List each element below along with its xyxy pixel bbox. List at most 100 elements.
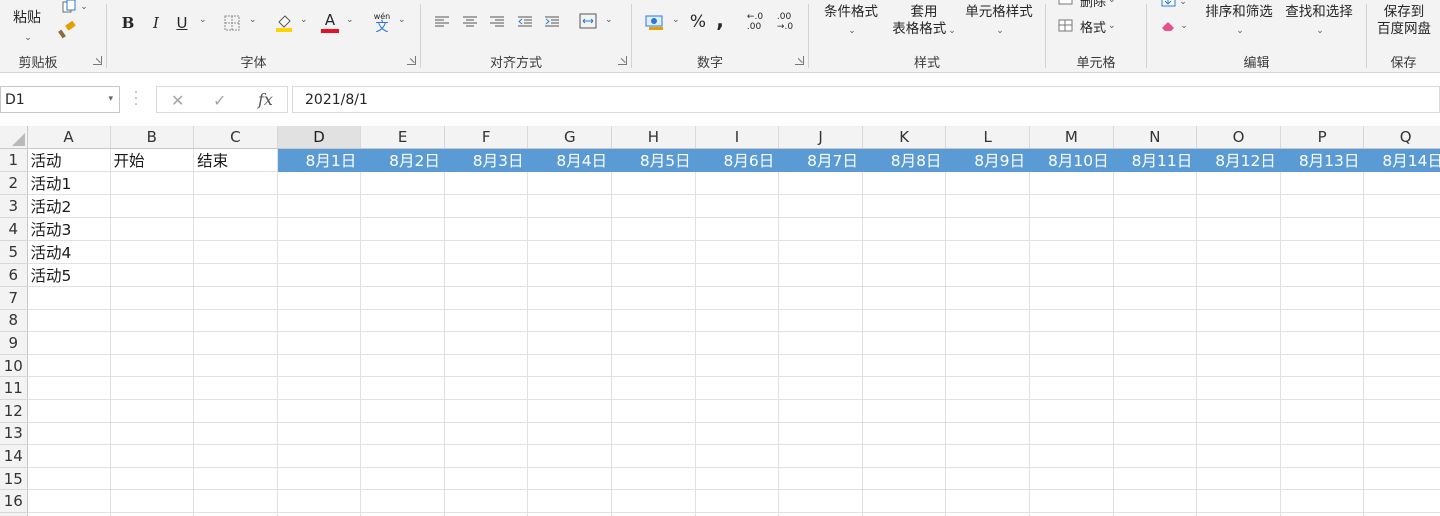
cell-d16[interactable] bbox=[277, 489, 362, 514]
formula-bar-grip-icon[interactable]: · · · bbox=[131, 86, 141, 112]
cell-i9[interactable] bbox=[695, 331, 780, 355]
underline-button[interactable]: U bbox=[171, 12, 193, 34]
cell-d12[interactable] bbox=[277, 399, 362, 423]
cell-e14[interactable] bbox=[360, 444, 445, 468]
cell-e17[interactable] bbox=[360, 512, 445, 516]
row-header[interactable]: 5 bbox=[0, 240, 28, 265]
cell-e4[interactable] bbox=[360, 217, 445, 242]
cell-e8[interactable] bbox=[360, 309, 445, 333]
cell-l1[interactable]: 8月9日 bbox=[945, 148, 1031, 173]
cell-h8[interactable] bbox=[611, 309, 696, 333]
increase-indent-button[interactable] bbox=[541, 12, 563, 32]
cell-i1[interactable]: 8月6日 bbox=[695, 148, 780, 173]
cell-q1[interactable]: 8月14日 bbox=[1363, 148, 1440, 173]
cell-i3[interactable] bbox=[695, 194, 780, 219]
column-header-q[interactable]: Q bbox=[1363, 126, 1440, 150]
cell-styles-button[interactable]: 单元格样式 ⌄ bbox=[959, 4, 1039, 40]
cell-a4[interactable]: 活动3 bbox=[27, 217, 111, 242]
cell-q15[interactable] bbox=[1363, 467, 1440, 491]
cell-b7[interactable] bbox=[110, 286, 195, 310]
cell-c4[interactable] bbox=[193, 217, 278, 242]
row-header[interactable]: 7 bbox=[0, 286, 28, 310]
row-header[interactable]: 13 bbox=[0, 422, 28, 446]
align-right-button[interactable] bbox=[486, 12, 508, 32]
column-header-k[interactable]: K bbox=[862, 126, 947, 150]
cell-q7[interactable] bbox=[1363, 286, 1440, 310]
cell-p17[interactable] bbox=[1280, 512, 1365, 516]
cell-m6[interactable] bbox=[1029, 263, 1114, 288]
paste-button[interactable]: 粘贴 ⌄ bbox=[6, 2, 48, 48]
cell-k16[interactable] bbox=[862, 489, 947, 514]
format-as-table-button[interactable]: 套用 表格格式 ⌄ bbox=[879, 4, 969, 40]
column-header-a[interactable]: A bbox=[27, 126, 111, 150]
cell-f16[interactable] bbox=[444, 489, 529, 514]
cell-h1[interactable]: 8月5日 bbox=[611, 148, 696, 173]
cell-e5[interactable] bbox=[360, 240, 445, 265]
cell-l7[interactable] bbox=[945, 286, 1031, 310]
cell-h11[interactable] bbox=[611, 376, 696, 401]
cell-j13[interactable] bbox=[778, 422, 863, 446]
cell-b17[interactable] bbox=[110, 512, 195, 516]
cell-d15[interactable] bbox=[277, 467, 362, 491]
cell-c5[interactable] bbox=[193, 240, 278, 265]
cell-h12[interactable] bbox=[611, 399, 696, 423]
sort-filter-button[interactable]: 排序和筛选 ⌄ bbox=[1199, 4, 1279, 40]
cell-f10[interactable] bbox=[444, 354, 529, 378]
column-header-d[interactable]: D bbox=[277, 126, 362, 150]
cell-p12[interactable] bbox=[1280, 399, 1365, 423]
cell-p7[interactable] bbox=[1280, 286, 1365, 310]
cell-l16[interactable] bbox=[945, 489, 1031, 514]
cell-g9[interactable] bbox=[527, 331, 613, 355]
cell-l12[interactable] bbox=[945, 399, 1031, 423]
cell-n17[interactable] bbox=[1113, 512, 1198, 516]
column-header-b[interactable]: B bbox=[110, 126, 195, 150]
cell-d1[interactable]: 8月1日 bbox=[277, 148, 362, 173]
cell-l17[interactable] bbox=[945, 512, 1031, 516]
cell-k13[interactable] bbox=[862, 422, 947, 446]
cell-o16[interactable] bbox=[1196, 489, 1281, 514]
cell-b10[interactable] bbox=[110, 354, 195, 378]
format-button[interactable]: 格式 ⌄ bbox=[1058, 16, 1138, 36]
cell-k2[interactable] bbox=[862, 171, 947, 196]
cell-g5[interactable] bbox=[527, 240, 613, 265]
cell-e6[interactable] bbox=[360, 263, 445, 288]
cell-d3[interactable] bbox=[277, 194, 362, 219]
cell-j6[interactable] bbox=[778, 263, 863, 288]
cell-m15[interactable] bbox=[1029, 467, 1114, 491]
cell-m17[interactable] bbox=[1029, 512, 1114, 516]
cell-f2[interactable] bbox=[444, 171, 529, 196]
underline-caret-icon[interactable]: ⌄ bbox=[199, 15, 207, 25]
cell-n8[interactable] bbox=[1113, 309, 1198, 333]
cell-n12[interactable] bbox=[1113, 399, 1198, 423]
cell-q14[interactable] bbox=[1363, 444, 1440, 468]
cell-g14[interactable] bbox=[527, 444, 613, 468]
cell-d7[interactable] bbox=[277, 286, 362, 310]
cell-m10[interactable] bbox=[1029, 354, 1114, 378]
column-header-i[interactable]: I bbox=[695, 126, 780, 150]
cell-o4[interactable] bbox=[1196, 217, 1281, 242]
cell-k11[interactable] bbox=[862, 376, 947, 401]
cell-g6[interactable] bbox=[527, 263, 613, 288]
cell-k3[interactable] bbox=[862, 194, 947, 219]
cell-a15[interactable] bbox=[27, 467, 111, 491]
cell-j7[interactable] bbox=[778, 286, 863, 310]
cell-j14[interactable] bbox=[778, 444, 863, 468]
cell-g7[interactable] bbox=[527, 286, 613, 310]
save-to-baidu-button[interactable]: 保存到 百度网盘 bbox=[1369, 4, 1439, 38]
row-header[interactable]: 4 bbox=[0, 217, 28, 242]
cell-n13[interactable] bbox=[1113, 422, 1198, 446]
cell-c12[interactable] bbox=[193, 399, 278, 423]
cell-l5[interactable] bbox=[945, 240, 1031, 265]
increase-decimal-button[interactable]: ←.0.00 bbox=[742, 10, 768, 34]
cell-d13[interactable] bbox=[277, 422, 362, 446]
cell-f7[interactable] bbox=[444, 286, 529, 310]
cell-c11[interactable] bbox=[193, 376, 278, 401]
cell-f17[interactable] bbox=[444, 512, 529, 516]
cell-j3[interactable] bbox=[778, 194, 863, 219]
cell-c9[interactable] bbox=[193, 331, 278, 355]
cell-g17[interactable] bbox=[527, 512, 613, 516]
cell-l4[interactable] bbox=[945, 217, 1031, 242]
cell-a6[interactable]: 活动5 bbox=[27, 263, 111, 288]
cell-a13[interactable] bbox=[27, 422, 111, 446]
cell-a8[interactable] bbox=[27, 309, 111, 333]
